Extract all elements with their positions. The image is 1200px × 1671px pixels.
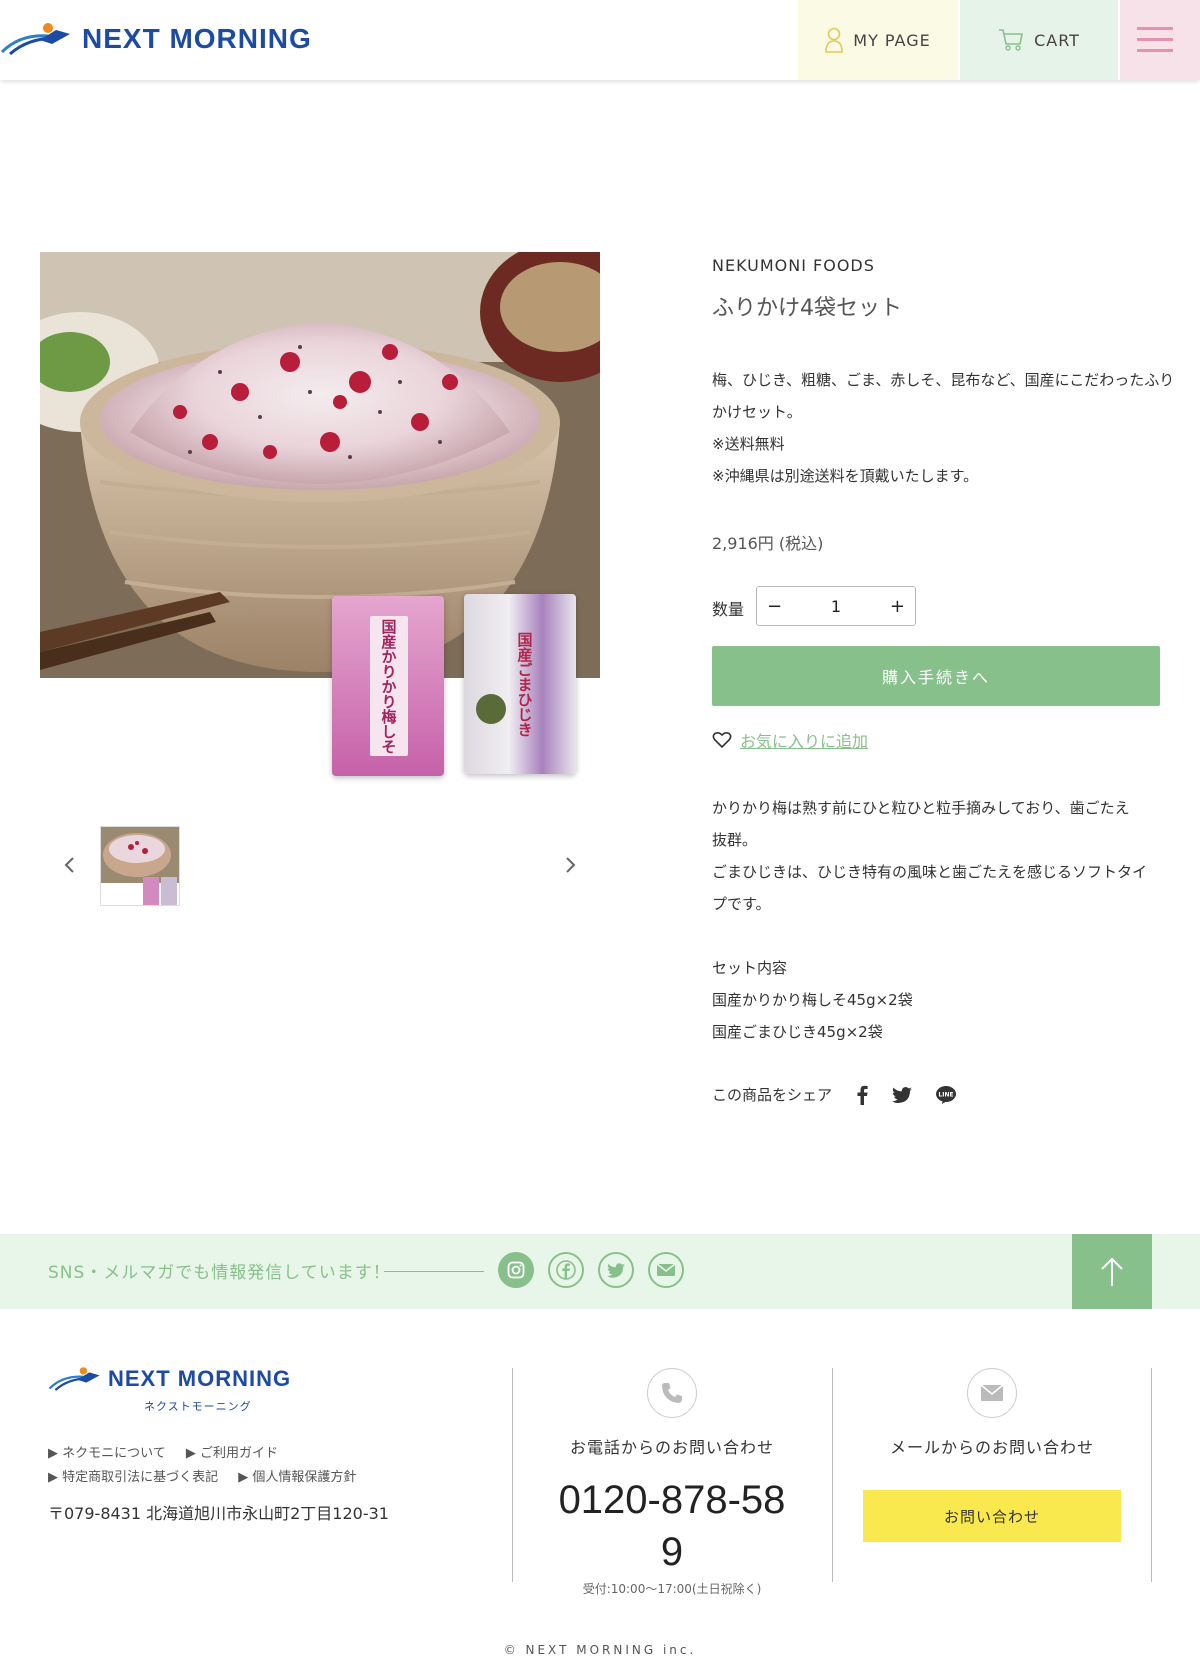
- mail-contact: メールからのお問い合わせ お問い合わせ: [832, 1368, 1152, 1542]
- footer-link-guide[interactable]: ▶ ご利用ガイド: [186, 1446, 278, 1461]
- quantity-plus-button[interactable]: +: [890, 596, 905, 617]
- twitter-icon: [892, 1086, 913, 1103]
- product-title: ふりかけ4袋セット: [712, 296, 902, 321]
- share-line-button[interactable]: LINE: [936, 1085, 957, 1104]
- package-2-label: 国産ごまひじき: [515, 631, 534, 737]
- cart-button[interactable]: CART: [960, 0, 1118, 80]
- product-detail: かりかり梅は熟す前にひと粒ひと粒手摘みしており、歯ごたえ 抜群。 ごまひじきは、…: [712, 792, 1182, 1048]
- footer-links: ▶ ネクモニについて ▶ ご利用ガイド ▶ 特定商取引法に基づく表記 ▶ 個人情…: [48, 1442, 356, 1490]
- quantity-minus-button[interactable]: −: [767, 596, 782, 617]
- back-to-top-button[interactable]: [1072, 1234, 1152, 1309]
- facebook-icon: [556, 1260, 576, 1280]
- phone-icon: [662, 1383, 682, 1403]
- twitter-icon: [607, 1262, 625, 1278]
- carousel-prev-button[interactable]: [54, 850, 84, 880]
- package-1-label: 国産かりかり梅しそ: [370, 616, 408, 756]
- sns-band: SNS・メルマガでも情報発信しています！: [0, 1234, 1200, 1309]
- package-photo-dot: [476, 694, 506, 724]
- footer-divider: [1151, 1368, 1152, 1582]
- share-label: この商品をシェア: [712, 1086, 833, 1104]
- description-line: かけセット。: [712, 403, 802, 421]
- footer-link-tokushoho[interactable]: ▶ 特定商取引法に基づく表記: [48, 1470, 218, 1485]
- line-icon: LINE: [936, 1085, 957, 1104]
- hamburger-icon: [1137, 27, 1173, 52]
- logo-text: NEXT MORNING: [82, 23, 312, 54]
- quantity-label: 数量: [712, 600, 745, 619]
- carousel-next-button[interactable]: [556, 850, 586, 880]
- logo-swoosh-icon: [48, 1367, 100, 1391]
- product-description: 梅、ひじき、粗糖、ごま、赤しそ、昆布など、国産にこだわったふり かけセット。 ※…: [712, 364, 1182, 492]
- facebook-icon: [857, 1085, 868, 1105]
- detail-line: かりかり梅は熟す前にひと粒ひと粒手摘みしており、歯ごたえ: [712, 799, 1130, 817]
- site-logo[interactable]: NEXT MORNING: [0, 22, 312, 56]
- footer-link-privacy[interactable]: ▶ 個人情報保護方針: [238, 1470, 356, 1485]
- contact-button[interactable]: お問い合わせ: [863, 1490, 1121, 1542]
- cart-icon: [999, 29, 1024, 51]
- thumbnail-photo: [101, 827, 179, 905]
- detail-line: ごまひじきは、ひじき特有の風味と歯ごたえを感じるソフトタイ: [712, 863, 1148, 881]
- checkout-button[interactable]: 購入手続きへ: [712, 646, 1160, 706]
- tel-hours-note: 受付:10:00〜17:00(土日祝除く): [582, 1582, 762, 1596]
- detail-line: [712, 920, 1182, 952]
- hamburger-menu-button[interactable]: [1120, 0, 1200, 80]
- detail-line: 国産かりかり梅しそ45g×2袋: [712, 991, 913, 1009]
- arrow-up-icon: [1101, 1257, 1123, 1286]
- logo-swoosh-icon: [0, 23, 70, 56]
- tel-number[interactable]: 0120-878-589: [552, 1474, 792, 1578]
- package-kalikali-ume: 国産かりかり梅しそ: [332, 596, 444, 776]
- cart-label: CART: [1034, 30, 1080, 50]
- facebook-sns-button[interactable]: [548, 1252, 584, 1288]
- detail-line: セット内容: [712, 959, 788, 977]
- detail-line: 国産ごまひじき45g×2袋: [712, 1023, 883, 1041]
- share-section: この商品をシェア LINE: [712, 1084, 957, 1105]
- share-facebook-button[interactable]: [856, 1085, 868, 1105]
- package-goma-hijiki: 国産ごまひじき: [464, 594, 576, 774]
- description-line: ※沖縄県は別途送料を頂戴いたします。: [712, 467, 979, 485]
- mail-magazine-button[interactable]: [648, 1252, 684, 1288]
- mail-icon-wrap: [967, 1368, 1017, 1418]
- quantity-value[interactable]: 1: [831, 597, 841, 616]
- mail-icon: [656, 1263, 676, 1276]
- description-line: ※送料無料: [712, 435, 785, 453]
- user-icon: [825, 27, 844, 53]
- footer-link-about[interactable]: ▶ ネクモニについて: [48, 1446, 166, 1461]
- footer-logo-subtitle: ネクストモーニング: [144, 1400, 252, 1413]
- product-brand: NEKUMONI FOODS: [712, 256, 875, 275]
- chevron-right-icon: [566, 857, 576, 873]
- copyright: © NEXT MORNING inc.: [503, 1643, 697, 1657]
- product-price: 2,916円 (税込): [712, 534, 824, 553]
- mypage-label: MY PAGE: [853, 30, 931, 50]
- footer-address: 〒079-8431 北海道旭川市永山町2丁目120-31: [48, 1504, 389, 1523]
- detail-line: 抜群。: [712, 831, 758, 849]
- svg-text:LINE: LINE: [938, 1091, 953, 1098]
- heart-icon: [712, 731, 732, 749]
- add-favorite-link[interactable]: お気に入りに追加: [712, 728, 868, 752]
- instagram-icon: [507, 1261, 525, 1279]
- phone-icon-wrap: [647, 1368, 697, 1418]
- detail-line: プです。: [712, 895, 771, 913]
- add-favorite-label: お気に入りに追加: [740, 732, 869, 751]
- quantity-stepper: − 1 +: [756, 586, 916, 626]
- footer-logo-text: NEXT MORNING: [108, 1366, 292, 1391]
- site-header: NEXT MORNING MY PAGE CART: [0, 0, 1200, 80]
- share-twitter-button[interactable]: [892, 1086, 913, 1103]
- thumbnail-1[interactable]: [100, 826, 180, 906]
- footer-logo[interactable]: NEXT MORNING ネクストモーニング: [48, 1366, 292, 1413]
- mail-icon: [980, 1384, 1004, 1401]
- instagram-button[interactable]: [498, 1252, 534, 1288]
- twitter-sns-button[interactable]: [598, 1252, 634, 1288]
- description-line: 梅、ひじき、粗糖、ごま、赤しそ、昆布など、国産にこだわったふり: [712, 371, 1175, 389]
- tel-contact-title: お電話からのお問い合わせ: [569, 1438, 774, 1457]
- tel-contact: お電話からのお問い合わせ 0120-878-589 受付:10:00〜17:00…: [512, 1368, 832, 1597]
- sns-divider: [384, 1271, 484, 1272]
- mail-contact-title: メールからのお問い合わせ: [889, 1438, 1094, 1457]
- sns-text: SNS・メルマガでも情報発信しています！: [48, 1263, 391, 1283]
- chevron-left-icon: [64, 857, 74, 873]
- mypage-button[interactable]: MY PAGE: [798, 0, 958, 80]
